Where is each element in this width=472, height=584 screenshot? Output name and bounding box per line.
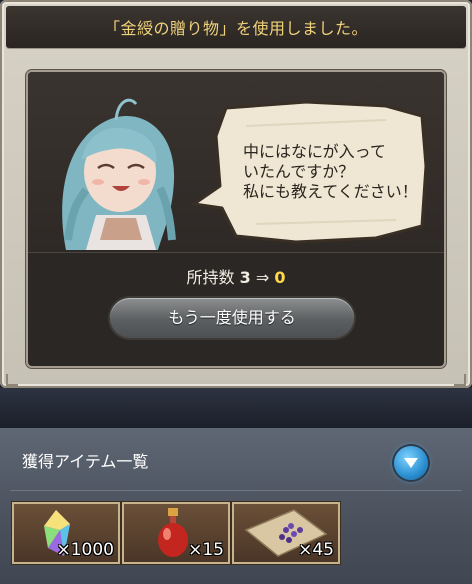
- count-arrow: ⇒: [255, 268, 270, 287]
- dialog-title-bar: 「金綬の贈り物」を使用しました。: [6, 6, 466, 48]
- count-label: 所持数: [186, 268, 235, 287]
- acquired-items-title: 獲得アイテム一覧: [22, 452, 149, 471]
- result-dialog: 「金綬の贈り物」を使用しました。 中にはなにが入って いたんですか？ 私にも教え…: [0, 0, 472, 388]
- acquired-item[interactable]: ×15: [124, 504, 228, 562]
- expand-button[interactable]: [394, 446, 428, 480]
- separator: [0, 388, 472, 428]
- acquired-item[interactable]: ×45: [234, 504, 338, 562]
- character-portrait: [62, 98, 176, 250]
- acquired-item[interactable]: ×1000: [14, 504, 118, 562]
- dialog-title: 「金綬の贈り物」を使用しました。: [103, 19, 368, 38]
- item-quantity: ×1000: [56, 540, 114, 560]
- section-divider: [10, 490, 462, 491]
- chevron-down-icon: [404, 458, 418, 468]
- character-stage: 中にはなにが入って いたんですか？ 私にも教えてください！: [28, 72, 444, 252]
- item-quantity: ×45: [298, 540, 334, 560]
- item-count: 所持数 3 ⇒ 0: [28, 264, 444, 288]
- use-again-button[interactable]: もう一度使用する: [110, 298, 354, 338]
- panel-divider: [28, 252, 444, 253]
- corner-ornament: [454, 374, 466, 386]
- count-after: 0: [274, 268, 286, 287]
- speech-text: 中にはなにが入って いたんですか？ 私にも教えてください！: [243, 142, 418, 201]
- dialog-panel: 中にはなにが入って いたんですか？ 私にも教えてください！ 所持数 3 ⇒ 0 …: [28, 72, 444, 366]
- count-before: 3: [239, 268, 251, 287]
- acquired-items-section: 獲得アイテム一覧 ×1000 ×15 ×45: [0, 428, 472, 584]
- item-quantity: ×15: [188, 540, 224, 560]
- corner-ornament: [6, 374, 18, 386]
